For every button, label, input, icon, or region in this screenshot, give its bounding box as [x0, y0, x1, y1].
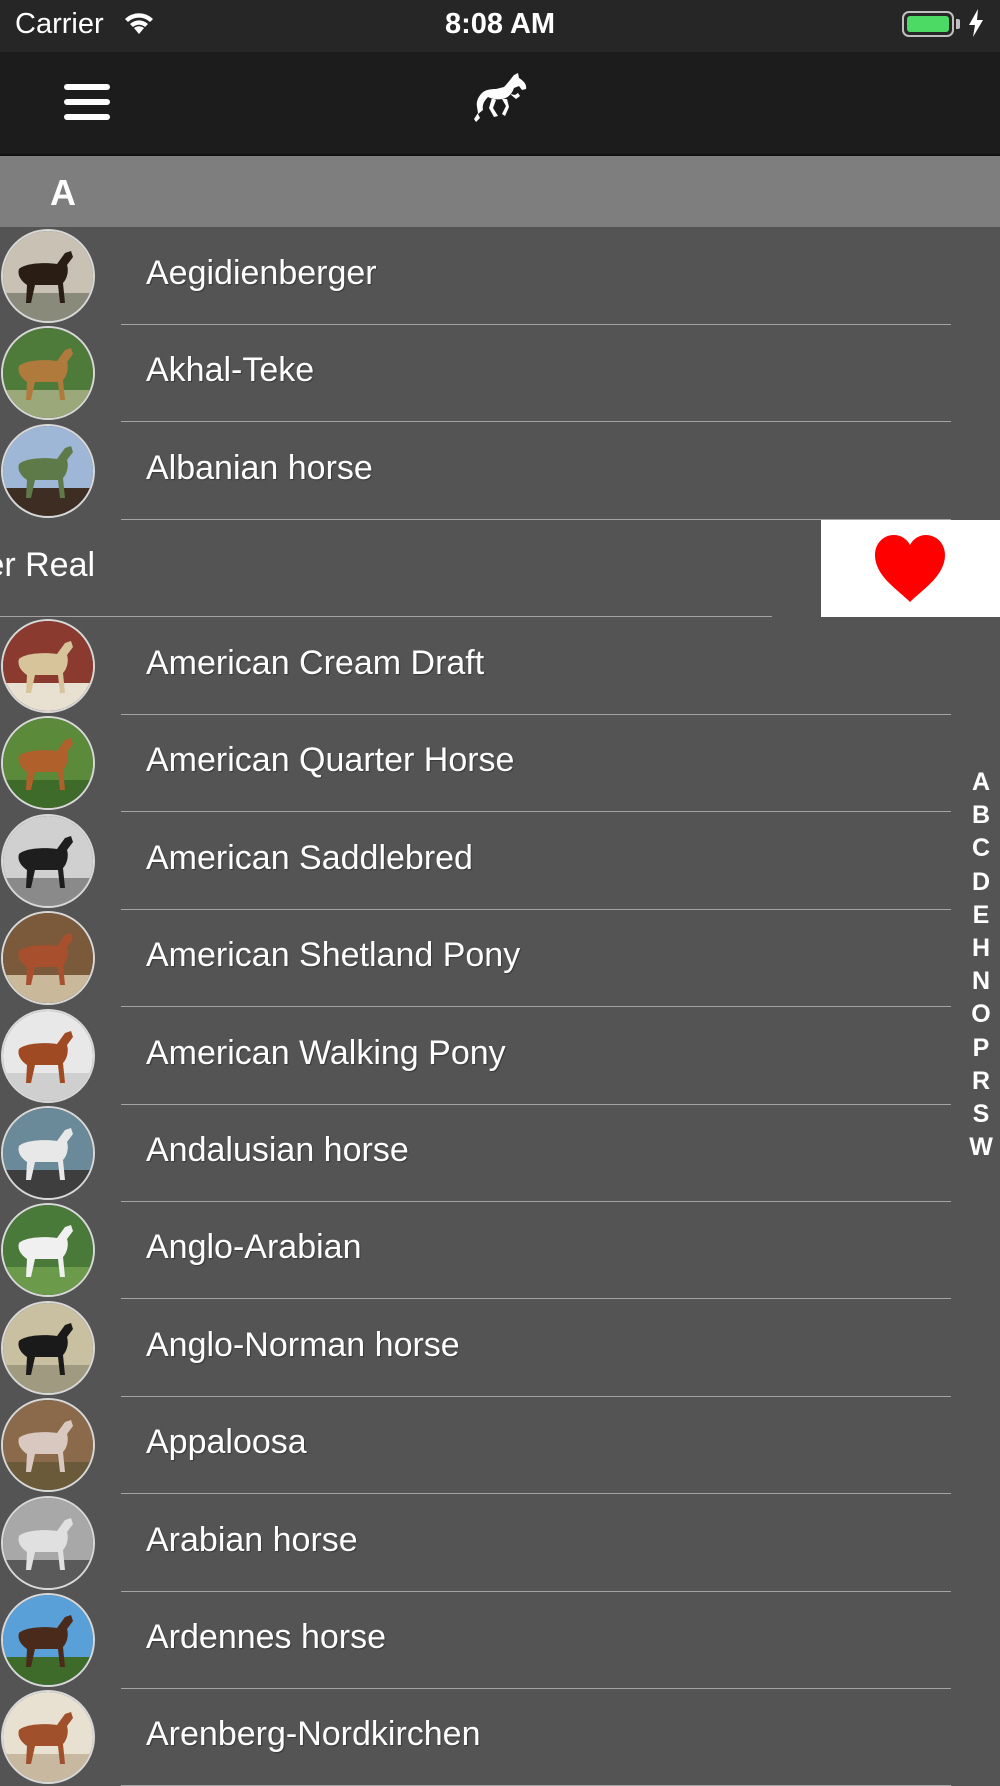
- list-row[interactable]: Ardennes horse: [0, 1592, 1000, 1689]
- horse-thumbnail: [1, 1398, 95, 1492]
- list-item-label: Ardennes horse: [146, 1618, 387, 1656]
- index-letter[interactable]: P: [973, 1032, 990, 1065]
- horse-thumbnail: [1, 911, 95, 1005]
- list-row[interactable]: American Shetland Pony: [0, 910, 1000, 1007]
- hamburger-menu-icon[interactable]: [62, 82, 112, 122]
- horse-thumbnail: [1, 716, 95, 810]
- list-item-label: Anglo-Arabian: [146, 1228, 362, 1266]
- list-row[interactable]: Anglo-Arabian: [0, 1202, 1000, 1299]
- list-item-label: Andalusian horse: [146, 1131, 409, 1169]
- list-item-label: Appaloosa: [146, 1423, 307, 1461]
- swiped-list-row[interactable]: ter Real: [0, 520, 1000, 617]
- index-letter[interactable]: E: [973, 899, 990, 932]
- horse-thumbnail: [1, 1301, 95, 1395]
- index-letter[interactable]: H: [972, 932, 990, 965]
- list-item-label: Akhal-Teke: [146, 351, 315, 389]
- row-separator: [0, 616, 772, 617]
- row-separator: [121, 1006, 951, 1007]
- list-item-label: American Shetland Pony: [146, 936, 521, 974]
- list-row[interactable]: Arabian horse: [0, 1495, 1000, 1592]
- galloping-horse-icon: [474, 72, 528, 133]
- alphabet-index-bar[interactable]: ABCDEHNOPRSW: [966, 766, 996, 1164]
- horse-thumbnail: [1, 619, 95, 713]
- horse-thumbnail: [1, 814, 95, 908]
- index-letter[interactable]: D: [972, 866, 990, 899]
- battery-tip: [956, 19, 960, 29]
- list-item-label: Albanian horse: [146, 449, 373, 487]
- list-row[interactable]: Appaloosa: [0, 1397, 1000, 1494]
- battery-icon: [902, 11, 954, 37]
- index-letter[interactable]: W: [969, 1131, 993, 1164]
- section-header-letter: A: [50, 172, 76, 213]
- list-item-label: American Saddlebred: [146, 839, 473, 877]
- horse-thumbnail: [1, 326, 95, 420]
- index-letter[interactable]: C: [972, 832, 990, 865]
- index-letter[interactable]: N: [972, 965, 990, 998]
- index-letter[interactable]: R: [972, 1065, 990, 1098]
- charging-bolt-icon: [968, 8, 984, 43]
- list-item-label: Arabian horse: [146, 1521, 358, 1559]
- list-row[interactable]: Aegidienberger: [0, 228, 1000, 325]
- section-header: A: [0, 156, 1000, 227]
- list-item-label: Aegidienberger: [146, 254, 377, 292]
- list-row[interactable]: Andalusian horse: [0, 1105, 1000, 1202]
- favorite-action-button[interactable]: [821, 520, 1000, 617]
- list-row[interactable]: Anglo-Norman horse: [0, 1300, 1000, 1397]
- horse-thumbnail: [1, 1496, 95, 1590]
- list-row[interactable]: American Walking Pony: [0, 1008, 1000, 1105]
- navigation-bar: [0, 52, 1000, 156]
- row-separator: [121, 1493, 951, 1494]
- status-bar: Carrier 8:08 AM: [0, 0, 1000, 52]
- horse-thumbnail: [1, 229, 95, 323]
- list-item-label: American Cream Draft: [146, 644, 485, 682]
- horse-thumbnail: [1, 1203, 95, 1297]
- horse-thumbnail: [1, 1009, 95, 1103]
- list-item-label: American Quarter Horse: [146, 741, 515, 779]
- list-item-label: ter Real: [0, 546, 96, 584]
- list-row[interactable]: Albanian horse: [0, 423, 1000, 520]
- horse-thumbnail: [1, 1690, 95, 1784]
- row-separator: [121, 421, 951, 422]
- index-letter[interactable]: B: [972, 799, 990, 832]
- list-row[interactable]: Akhal-Teke: [0, 325, 1000, 422]
- index-letter[interactable]: A: [972, 766, 990, 799]
- list-row[interactable]: American Quarter Horse: [0, 715, 1000, 812]
- list-item-label: American Walking Pony: [146, 1034, 506, 1072]
- horse-thumbnail: [1, 1106, 95, 1200]
- index-letter[interactable]: S: [973, 1098, 990, 1131]
- row-separator: [121, 1298, 951, 1299]
- list-row[interactable]: American Saddlebred: [0, 813, 1000, 910]
- heart-icon: [875, 535, 945, 602]
- list-row[interactable]: Arenberg-Nordkirchen: [0, 1689, 1000, 1786]
- list-item-label: Arenberg-Nordkirchen: [146, 1715, 481, 1753]
- row-separator: [121, 811, 951, 812]
- list-row[interactable]: American Cream Draft: [0, 618, 1000, 715]
- horse-thumbnail: [1, 424, 95, 518]
- horse-thumbnail: [1, 1593, 95, 1687]
- clock: 8:08 AM: [444, 8, 556, 40]
- list-item-label: Anglo-Norman horse: [146, 1326, 460, 1364]
- index-letter[interactable]: O: [971, 998, 990, 1031]
